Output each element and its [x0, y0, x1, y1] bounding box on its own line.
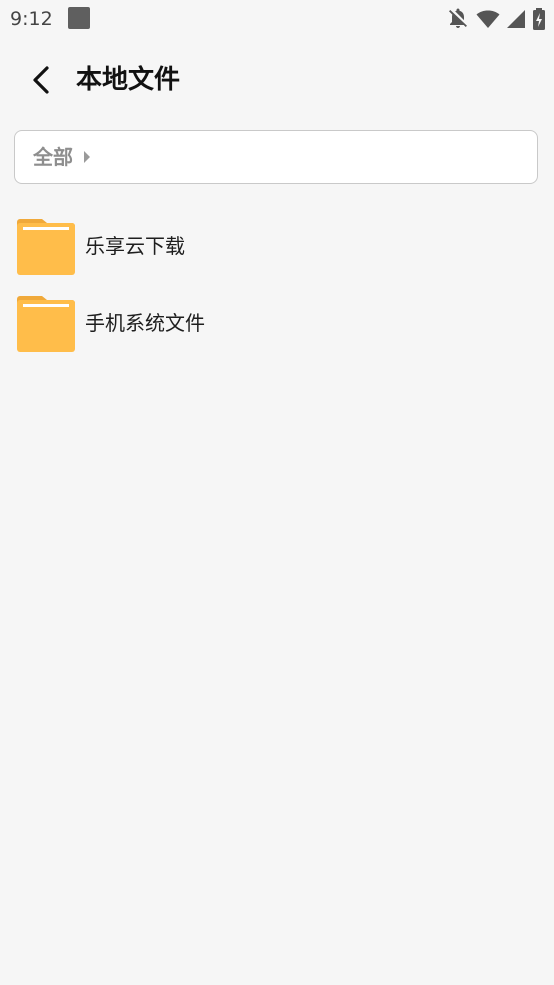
status-time: 9:12: [10, 8, 53, 30]
cellular-signal-icon: [506, 8, 526, 30]
chevron-left-icon: [33, 66, 49, 94]
folder-icon: [17, 296, 75, 352]
page-title: 本地文件: [76, 65, 181, 95]
list-item-folder[interactable]: 乐享云下载: [0, 208, 554, 285]
file-list: 乐享云下载 手机系统文件: [0, 208, 554, 362]
screen: 9:12 本地文件 全部 乐享云下载 手机系统文件: [0, 0, 554, 985]
list-item-label: 乐享云下载: [85, 234, 185, 258]
list-item-label: 手机系统文件: [85, 311, 205, 335]
list-item-folder[interactable]: 手机系统文件: [0, 285, 554, 362]
wifi-icon: [476, 8, 500, 30]
breadcrumb: 全部: [14, 130, 538, 184]
caret-right-icon: [83, 150, 91, 164]
battery-charging-icon: [532, 7, 546, 31]
back-button[interactable]: [22, 60, 62, 100]
status-icons: [446, 6, 546, 32]
breadcrumb-item-all[interactable]: 全部: [33, 143, 73, 171]
folder-icon: [17, 219, 75, 275]
app-header: 本地文件: [0, 50, 554, 110]
status-bar: 9:12: [0, 0, 554, 38]
notifications-off-icon: [446, 7, 470, 31]
app-notification-icon: [68, 7, 90, 29]
